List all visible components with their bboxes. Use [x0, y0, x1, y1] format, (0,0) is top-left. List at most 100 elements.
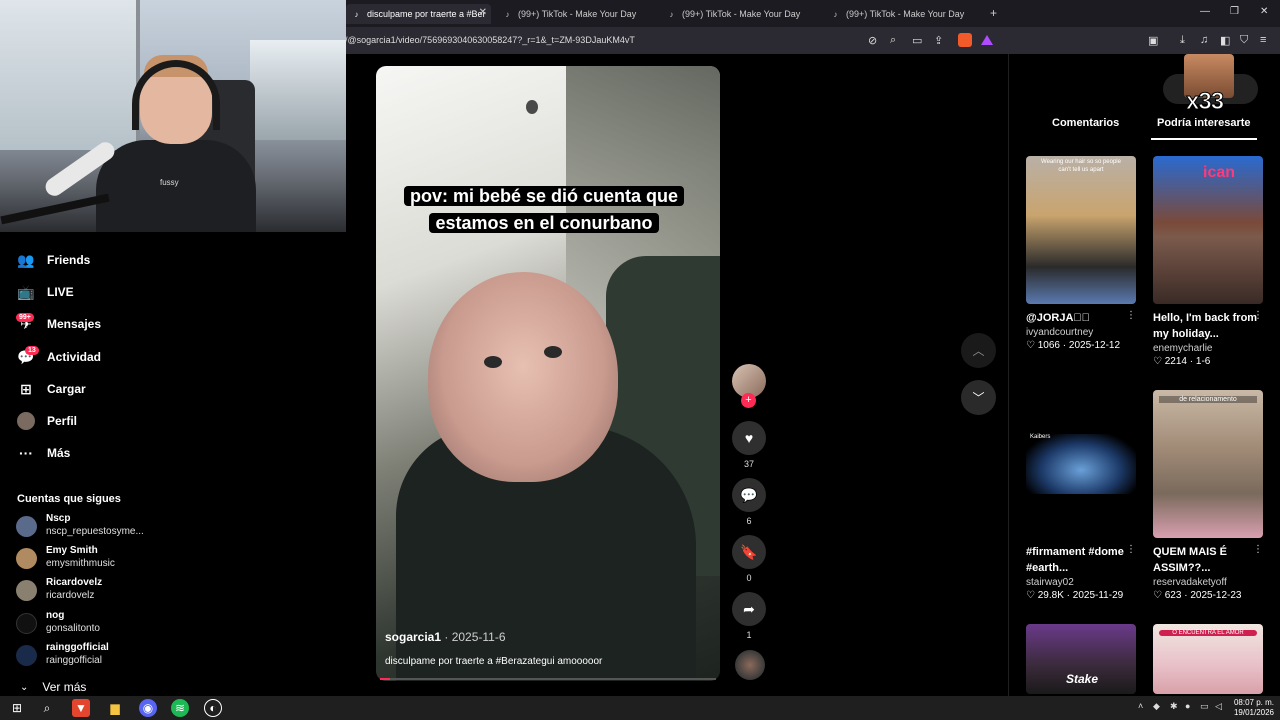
- see-more-button[interactable]: ⌄ Ver más: [20, 680, 86, 694]
- windows-start-icon[interactable]: ⊞: [8, 699, 26, 717]
- brave-rewards-icon[interactable]: [981, 35, 993, 45]
- save-action[interactable]: 🔖 0: [732, 535, 766, 583]
- follow-plus-icon[interactable]: +: [741, 393, 756, 408]
- video-thumbnail[interactable]: ican: [1153, 156, 1263, 304]
- tiktok-icon: ♪: [505, 9, 510, 19]
- microphone-icon[interactable]: ●: [1185, 701, 1190, 711]
- following-title: Cuentas que sigues: [17, 493, 121, 505]
- suggested-video-card[interactable]: ican Hello, I'm back from my holiday... …: [1153, 156, 1265, 367]
- card-author[interactable]: reservadaketyoff: [1153, 577, 1265, 588]
- cast-icon[interactable]: ▭: [912, 34, 922, 47]
- followed-account[interactable]: rainggofficial rainggofficial: [16, 642, 166, 670]
- tab-manager-icon[interactable]: ▣: [1148, 34, 1158, 47]
- close-tab-icon[interactable]: ✕: [479, 7, 487, 18]
- new-tab-button[interactable]: +: [990, 6, 997, 20]
- mic-arm: [0, 193, 110, 225]
- video-thumbnail[interactable]: de relacionamento: [1153, 390, 1263, 538]
- tab-tiktok-2[interactable]: ♪ (99+) TikTok - Make Your Day: [497, 4, 647, 24]
- volume-icon[interactable]: ◁: [1215, 701, 1222, 712]
- more-options-icon[interactable]: ⋮: [1126, 310, 1136, 321]
- comment-icon[interactable]: 💬: [732, 478, 766, 512]
- video-ceiling-spot: [526, 100, 538, 114]
- tab-comments[interactable]: Comentarios: [1052, 117, 1119, 129]
- minimize-icon[interactable]: —: [1200, 6, 1210, 17]
- obs-icon[interactable]: ◐: [204, 699, 222, 717]
- brave-shields-icon[interactable]: [958, 33, 972, 47]
- followed-account[interactable]: nog gonsalitonto: [16, 610, 166, 638]
- comment-action[interactable]: 💬 6: [732, 478, 766, 526]
- sidebar-item-label: Mensajes: [47, 317, 102, 331]
- video-author-line[interactable]: sogarcia1 · 2025-11-6: [385, 630, 506, 644]
- tray-chevron-icon[interactable]: ˄: [1138, 701, 1143, 711]
- bluetooth-icon[interactable]: ✱: [1170, 701, 1178, 712]
- card-likes: 1066: [1037, 340, 1060, 351]
- suggested-video-card[interactable]: de relacionamento QUEM MAIS É ASSIM??...…: [1153, 390, 1265, 601]
- followed-account[interactable]: Ricardovelz ricardovelz: [16, 577, 166, 605]
- restore-icon[interactable]: ❐: [1230, 6, 1239, 17]
- account-name: Ricardovelz: [46, 577, 103, 588]
- followed-account[interactable]: Nscp nscp_repuestosyme...: [16, 513, 166, 541]
- heart-icon[interactable]: ♥: [732, 421, 766, 455]
- zoom-icon[interactable]: ⌕: [890, 34, 896, 47]
- more-options-icon[interactable]: ⋮: [1253, 310, 1263, 321]
- share-action[interactable]: ➦ 1: [732, 592, 766, 640]
- discord-icon[interactable]: ◉: [139, 699, 157, 717]
- menu-icon[interactable]: ≡: [1260, 34, 1266, 46]
- sidebar-item-profile[interactable]: Perfil: [17, 411, 77, 431]
- network-icon[interactable]: ▭: [1200, 701, 1209, 712]
- suggested-video-card[interactable]: Stake: [1026, 624, 1138, 694]
- like-action[interactable]: ♥ 37: [732, 421, 766, 469]
- brave-browser-icon[interactable]: ▼: [72, 699, 90, 717]
- video-player[interactable]: [376, 66, 720, 681]
- video-thumbnail[interactable]: Stake: [1026, 624, 1136, 694]
- system-clock[interactable]: 08:07 p. m. 19/01/2026: [1234, 698, 1274, 718]
- sidebar-item-more[interactable]: ··· Más: [17, 443, 70, 463]
- shield-icon[interactable]: ⛉: [1240, 34, 1248, 47]
- card-likes: 2214: [1164, 356, 1187, 367]
- card-author[interactable]: ivyandcourtney: [1026, 327, 1138, 338]
- tab-tiktok-4[interactable]: ♪ (99+) TikTok - Make Your Day: [825, 4, 975, 24]
- tray-app-icon[interactable]: ◆: [1153, 701, 1160, 712]
- video-thumbnail[interactable]: Wearing our hair so so people can't tell…: [1026, 156, 1136, 304]
- video-thumbnail[interactable]: O ENCUENTRA EL AMOR: [1153, 624, 1263, 694]
- card-author[interactable]: enemycharlie: [1153, 343, 1265, 354]
- suggested-video-card[interactable]: O ENCUENTRA EL AMOR: [1153, 624, 1265, 694]
- previous-video-button[interactable]: ︿: [961, 333, 996, 368]
- card-date: 2025-12-12: [1068, 340, 1121, 351]
- more-options-icon[interactable]: ⋮: [1126, 544, 1136, 555]
- card-title: Hello, I'm back from my holiday...: [1153, 312, 1258, 340]
- share-icon[interactable]: ⇪: [934, 34, 943, 47]
- sidebar-item-upload[interactable]: ⊞ Cargar: [17, 379, 86, 399]
- card-author[interactable]: stairway02: [1026, 577, 1138, 588]
- video-thumbnail[interactable]: Kaibers: [1026, 390, 1136, 538]
- tab-suggested[interactable]: Podría interesarte: [1157, 117, 1251, 129]
- suggested-video-card[interactable]: Kaibers #firmament #dome #earth... ⋮ sta…: [1026, 390, 1138, 601]
- tab-label: (99+) TikTok - Make Your Day: [518, 9, 637, 19]
- sidebar-icon[interactable]: ◧: [1220, 34, 1230, 47]
- card-likes: 623: [1164, 590, 1182, 601]
- more-options-icon[interactable]: ⋮: [1253, 544, 1263, 555]
- share-arrow-icon[interactable]: ➦: [732, 592, 766, 626]
- file-explorer-icon[interactable]: ▆: [106, 699, 124, 717]
- reader-off-icon[interactable]: ⊘: [868, 34, 877, 47]
- download-icon[interactable]: ⤓: [1180, 34, 1185, 47]
- search-icon[interactable]: ⌕: [38, 699, 56, 717]
- bookmark-icon[interactable]: 🔖: [732, 535, 766, 569]
- video-progress-bar[interactable]: [380, 678, 716, 680]
- suggested-video-card[interactable]: Wearing our hair so so people can't tell…: [1026, 156, 1138, 351]
- spotify-icon[interactable]: ≋: [171, 699, 189, 717]
- music-disc-icon[interactable]: [735, 650, 765, 680]
- avatar: [16, 580, 37, 601]
- url-text[interactable]: /@sogarcia1/video/7569693040630058247?_r…: [345, 35, 635, 45]
- tab-tiktok-3[interactable]: ♪ (99+) TikTok - Make Your Day: [661, 4, 811, 24]
- music-icon[interactable]: ♫: [1200, 34, 1208, 46]
- sidebar-item-live[interactable]: 📺 LIVE: [17, 282, 73, 302]
- next-video-button[interactable]: ﹀: [961, 380, 996, 415]
- thumbnail-text: ican: [1203, 164, 1236, 181]
- sidebar-item-friends[interactable]: 👥 Friends: [17, 250, 90, 270]
- followed-account[interactable]: Emy Smith emysmithmusic: [16, 545, 166, 573]
- tab-active[interactable]: ♪ disculpame por traerte a #Ber ✕: [346, 4, 491, 24]
- close-window-icon[interactable]: ✕: [1260, 6, 1268, 17]
- video-author[interactable]: sogarcia1: [385, 630, 441, 644]
- card-stats: ♡ 29.8K · 2025-11-29: [1026, 590, 1124, 601]
